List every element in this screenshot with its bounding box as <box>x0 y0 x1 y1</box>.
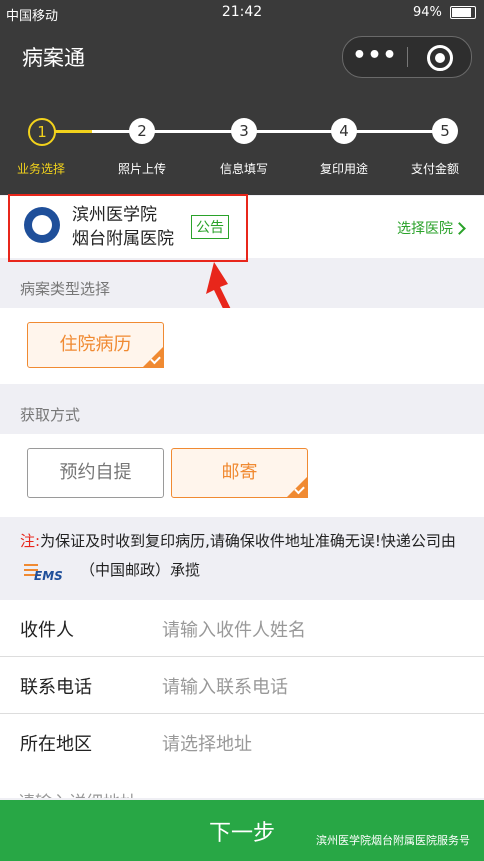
battery-icon <box>450 6 476 19</box>
next-step-button[interactable]: 下一步 滨州医学院烟台附属医院服务号 <box>0 800 484 861</box>
self-pickup-option[interactable]: 预约自提 <box>27 448 164 498</box>
mail-option[interactable]: 邮寄 <box>171 448 308 498</box>
app-header: 病案通 ••• <box>0 26 484 90</box>
recipient-input[interactable]: 请输入收件人姓名 <box>162 616 306 642</box>
region-label: 所在地区 <box>20 734 92 755</box>
mail-label: 邮寄 <box>221 462 258 483</box>
step-3-label: 信息填写 <box>219 162 268 176</box>
mini-program-capsule: ••• <box>342 36 472 78</box>
watermark-text: 滨州医学院烟台附属医院服务号 <box>316 834 470 847</box>
step-5-circle: 5 <box>432 118 458 144</box>
record-type-panel: 住院病历 <box>0 308 484 384</box>
phone-label: 联系电话 <box>20 677 92 698</box>
pickup-method-panel: 预约自提 邮寄 <box>0 434 484 517</box>
step-5-label: 支付金额 <box>410 162 459 176</box>
step-2-circle: 2 <box>129 118 155 144</box>
battery-percent: 94% <box>412 5 442 20</box>
checkmark-icon <box>286 476 308 498</box>
recipient-row: 收件人 请输入收件人姓名 <box>0 600 484 657</box>
detail-address-row: 请输入详细地址 <box>0 768 484 798</box>
phone-row: 联系电话 请输入联系电话 <box>0 657 484 714</box>
note-suffix: （中国邮政）承揽 <box>80 561 201 579</box>
ems-logo-text: EMS <box>34 568 63 583</box>
close-target-icon[interactable] <box>427 45 453 71</box>
capsule-divider <box>407 47 408 67</box>
page-title: 病案通 <box>22 46 85 70</box>
note-body: 为保证及时收到复印病历,请确保收件地址准确无误!快递公司由 <box>40 532 456 550</box>
region-select[interactable]: 请选择地址 <box>162 730 252 756</box>
pickup-method-title: 获取方式 <box>20 406 81 424</box>
step-4-circle: 4 <box>331 118 357 144</box>
recipient-label: 收件人 <box>20 620 74 641</box>
step-line-done <box>54 130 92 133</box>
checkmark-icon <box>142 346 164 368</box>
inpatient-record-option[interactable]: 住院病历 <box>27 322 164 368</box>
step-3-circle: 3 <box>231 118 257 144</box>
step-1-label: 业务选择 <box>16 162 65 176</box>
region-row: 所在地区 请选择地址 <box>0 714 484 771</box>
self-pickup-label: 预约自提 <box>59 462 132 483</box>
step-1-circle: 1 <box>28 118 56 146</box>
step-4-label: 复印用途 <box>319 162 368 176</box>
more-icon[interactable]: ••• <box>343 37 407 77</box>
progress-stepper: 1 2 3 4 5 业务选择 照片上传 信息填写 复印用途 支付金额 <box>0 90 484 195</box>
notice-text-block: 注:为保证及时收到复印病历,请确保收件地址准确无误!快递公司由 EMS （中国邮政）… <box>0 517 484 600</box>
highlight-box <box>8 194 248 262</box>
choose-hospital-link[interactable]: 选择医院 <box>397 218 464 238</box>
step-2-label: 照片上传 <box>117 162 166 176</box>
status-bar: 中国移动 21:42 94% <box>0 0 484 26</box>
detail-address-input[interactable]: 请输入详细地址 <box>18 788 137 798</box>
ems-logo-icon: EMS <box>24 563 72 583</box>
address-form: 收件人 请输入收件人姓名 联系电话 请输入联系电话 所在地区 请选择地址 <box>0 600 484 771</box>
battery-indicator: 94% <box>413 5 476 20</box>
clock: 21:42 <box>221 4 263 20</box>
inpatient-record-label: 住院病历 <box>59 334 132 355</box>
phone-input[interactable]: 请输入联系电话 <box>162 673 288 699</box>
note-prefix: 注: <box>20 532 41 550</box>
record-type-title: 病案类型选择 <box>20 280 111 298</box>
delivery-note: 注:为保证及时收到复印病历,请确保收件地址准确无误!快递公司由 EMS （中国邮政）… <box>20 527 470 585</box>
